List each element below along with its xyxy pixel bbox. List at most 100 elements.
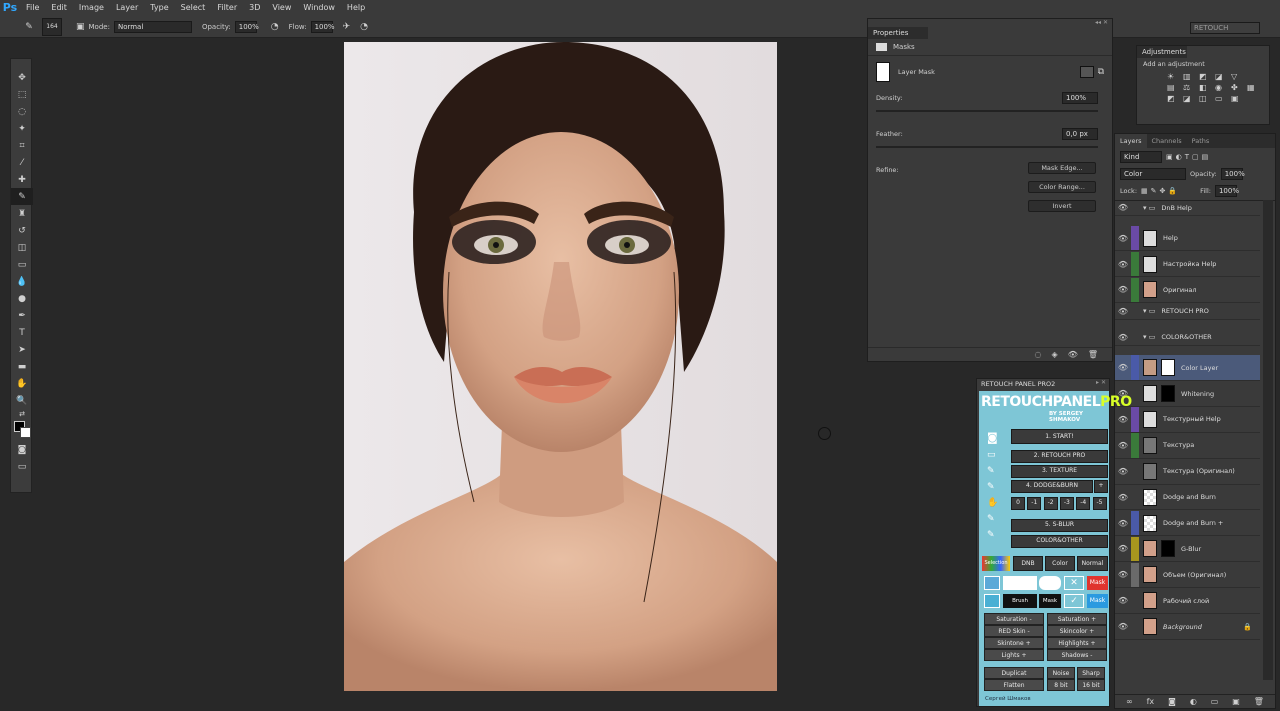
visibility-eye-icon[interactable]: 👁 [1117, 333, 1129, 342]
curves-icon[interactable]: ◩ [1199, 72, 1213, 81]
layer-filter-select[interactable]: Kind [1120, 151, 1162, 163]
brush-size-picker[interactable]: 164 [42, 17, 62, 36]
visibility-eye-icon[interactable]: 👁 [1117, 307, 1129, 316]
adjust-button[interactable]: Skincolor + [1047, 625, 1107, 637]
threshold-icon[interactable]: ◫ [1199, 94, 1213, 103]
cloud-white-swatch[interactable] [1039, 576, 1061, 590]
menu-file[interactable]: File [20, 0, 45, 16]
crop-tool-icon[interactable]: ⌗ [11, 137, 33, 154]
brush-white-swatch[interactable] [1003, 576, 1037, 590]
bottom-button[interactable]: Duplicat [984, 667, 1044, 679]
retouch-pro-button[interactable]: 2. RETOUCH PRO [1011, 450, 1108, 463]
pressure-opacity-icon[interactable]: ◔ [271, 22, 279, 32]
swap-colors-icon[interactable]: ⇄ [11, 409, 33, 419]
gradient-tool-icon[interactable]: ▭ [11, 256, 33, 273]
color-button[interactable]: Color [1045, 556, 1075, 571]
layer-row[interactable]: 👁 Dodge and Burn [1115, 485, 1260, 511]
layer-row[interactable]: 👁 Текстурный Help [1115, 407, 1260, 433]
adjust-button[interactable]: Highlights + [1047, 637, 1107, 649]
brightness-icon[interactable]: ☀ [1167, 72, 1181, 81]
feather-input[interactable]: 0,0 px [1062, 128, 1098, 140]
visibility-eye-icon[interactable]: 👁 [1117, 544, 1129, 553]
visibility-eye-icon[interactable]: 👁 [1117, 441, 1129, 450]
bottom-button[interactable]: Noise [1047, 667, 1075, 679]
layer-row[interactable]: 👁 Текстура (Оригинал) [1115, 459, 1260, 485]
opacity-input[interactable]: 100% [234, 20, 259, 33]
adjust-button[interactable]: RED Skin - [984, 625, 1044, 637]
layer-row[interactable]: 👁 ▾ ▭ COLOR&OTHER [1115, 330, 1260, 346]
color-other-button[interactable]: COLOR&OTHER [1011, 535, 1108, 548]
layers-scrollbar[interactable] [1263, 200, 1273, 680]
adjust-button[interactable]: Skintone + [984, 637, 1044, 649]
flow-input[interactable]: 100% [310, 20, 335, 33]
apply-mask-icon[interactable]: ◈ [1052, 348, 1058, 361]
mode-select[interactable]: Normal [113, 20, 192, 33]
folder-icon[interactable]: ▾ ▭ [1143, 307, 1155, 315]
layer-row[interactable]: 👁 Color Layer [1115, 355, 1260, 381]
normal-button[interactable]: Normal [1077, 556, 1108, 571]
new-group-icon[interactable]: ▭ [1211, 695, 1219, 708]
selection-swatch[interactable]: Selection [982, 556, 1010, 571]
layer-row[interactable]: 👁 Текстура [1115, 433, 1260, 459]
adjustments-tab[interactable]: Adjustments [1137, 46, 1187, 58]
mask-red-button[interactable]: Mask [1087, 576, 1108, 590]
retouch-panel-controls[interactable]: ▸ ✕ [1096, 379, 1106, 386]
bottom-button[interactable]: 16 bit [1077, 679, 1105, 691]
smudge-icon[interactable]: ✎ [987, 527, 998, 543]
load-selection-icon[interactable]: ◌ [1035, 348, 1042, 361]
vibrance-icon[interactable]: ▽ [1231, 72, 1245, 81]
visibility-eye-icon[interactable]: 👁 [1117, 622, 1129, 631]
pen-tool-icon[interactable]: ✒ [11, 307, 33, 324]
layer-row[interactable]: 👁 Whitening [1115, 381, 1260, 407]
adjust-button[interactable]: Shadows - [1047, 649, 1107, 661]
delete-layer-icon[interactable]: 🗑 [1254, 695, 1264, 708]
layer-mask-thumbnail[interactable] [1161, 359, 1175, 377]
gradient-map-icon[interactable]: ▭ [1215, 94, 1229, 103]
layer-row[interactable]: 👁 Рабочий слой [1115, 589, 1260, 614]
canvas-image[interactable] [344, 42, 777, 691]
brush-black-swatch[interactable]: Brush [1003, 594, 1037, 608]
link-layers-icon[interactable]: ∞ [1126, 695, 1133, 708]
layer-mask-thumbnail[interactable] [1161, 385, 1175, 403]
bottom-button[interactable]: 8 bit [1047, 679, 1075, 691]
filter-icons[interactable]: ▣◐T▢▤ [1166, 153, 1211, 161]
visibility-eye-icon[interactable]: 👁 [1117, 203, 1129, 212]
heal-icon[interactable]: ✎ [987, 463, 998, 479]
bottom-button[interactable]: Sharp [1077, 667, 1105, 679]
adjust-button[interactable]: Lights + [984, 649, 1044, 661]
layer-mask-thumbnail[interactable] [1161, 540, 1175, 558]
lasso-tool-icon[interactable]: ◌ [11, 103, 33, 120]
menu-view[interactable]: View [266, 0, 297, 16]
color-swatches[interactable] [13, 419, 31, 441]
menu-select[interactable]: Select [175, 0, 212, 16]
dnb-level-button[interactable]: -3 [1059, 497, 1074, 510]
marquee-tool-icon[interactable]: ⬚ [11, 86, 33, 103]
menu-edit[interactable]: Edit [45, 0, 73, 16]
retouch-panel-title[interactable]: RETOUCH PANEL PRO2 [981, 380, 1055, 388]
dodge-tool-icon[interactable]: ● [11, 290, 33, 307]
channel-mixer-icon[interactable]: ✤ [1231, 83, 1245, 92]
layers-tab[interactable]: Layers [1115, 134, 1147, 148]
select-pixel-mask-icon[interactable] [1079, 66, 1094, 78]
dodge-burn-button[interactable]: 4. DODGE&BURN [1011, 480, 1093, 493]
dnb-level-button[interactable]: 0 [1011, 497, 1025, 510]
feather-slider[interactable] [876, 146, 1098, 148]
select-vector-mask-icon[interactable]: ⧉ [1098, 67, 1104, 77]
dnb-level-button[interactable]: -2 [1043, 497, 1058, 510]
layer-row[interactable]: 👁 Оригинал [1115, 277, 1260, 304]
paths-tab[interactable]: Paths [1187, 134, 1215, 148]
brush-panel-icon[interactable]: ▣ [76, 22, 85, 32]
s-blur-button[interactable]: 5. S-BLUR [1011, 519, 1108, 532]
zoom-tool-icon[interactable]: 🔍 [11, 392, 33, 409]
layer-row[interactable]: 👁 Настройка Help [1115, 251, 1260, 278]
type-tool-icon[interactable]: T [11, 324, 33, 341]
lock-icons[interactable]: ▦✎✥🔒 [1141, 187, 1180, 195]
brush-green-icon[interactable] [984, 594, 1000, 608]
invert-icon[interactable]: ◩ [1167, 94, 1181, 103]
color-lookup-icon[interactable]: ▦ [1247, 83, 1261, 92]
color-range-button[interactable]: Color Range... [1028, 181, 1096, 193]
levels-icon[interactable]: ▥ [1183, 72, 1197, 81]
color-balance-icon[interactable]: ⚖ [1183, 83, 1197, 92]
folder-icon[interactable]: ▾ ▭ [1143, 333, 1155, 341]
dnb-level-button[interactable]: -5 [1092, 497, 1107, 510]
